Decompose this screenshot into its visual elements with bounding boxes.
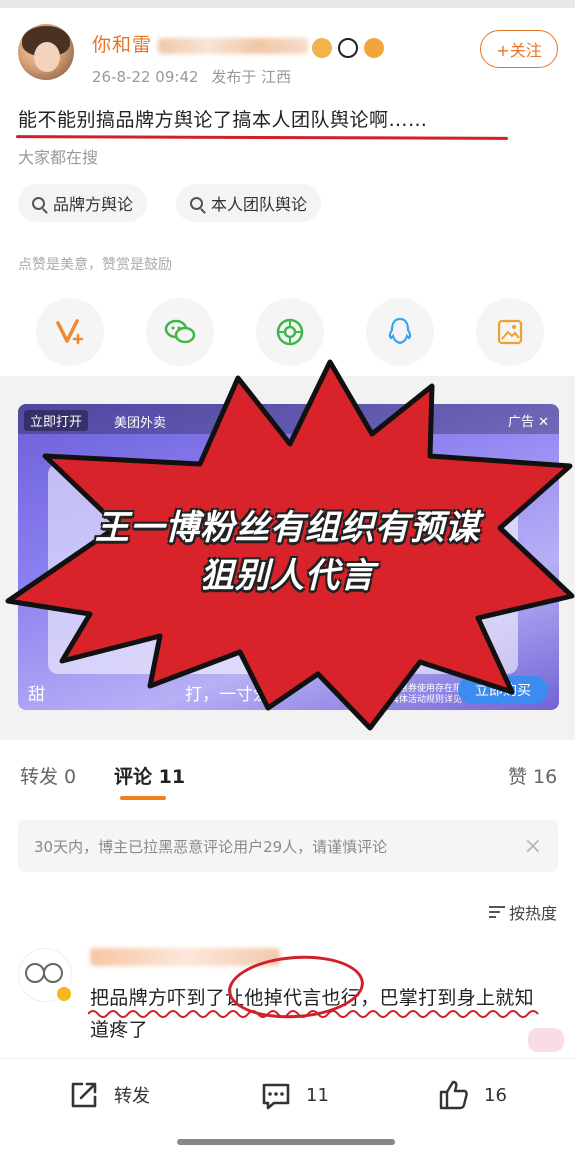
overlay-headline-1: 王一博粉丝有组织有预谋 — [95, 508, 480, 548]
like-button[interactable]: 16 — [436, 1077, 507, 1113]
comment-icon — [262, 1083, 290, 1110]
search-tag-brand[interactable]: 品牌方舆论 — [18, 184, 148, 222]
repost-icon — [71, 1082, 97, 1108]
tab-likes[interactable]: 赞 16 — [508, 762, 557, 789]
close-icon[interactable]: × — [524, 834, 542, 859]
search-icon — [32, 196, 45, 210]
author-badges — [312, 38, 384, 58]
post-stats-tabs: 转发 0 评论 11 赞 16 — [0, 740, 575, 808]
author-name[interactable]: 你和雷 — [92, 30, 309, 57]
search-tag-label: 品牌方舆论 — [53, 195, 134, 214]
tab-comments[interactable]: 评论 11 — [114, 762, 185, 789]
comment-count: 11 — [306, 1084, 329, 1106]
trending-search-label: 大家都在搜 — [18, 148, 99, 167]
sort-icon — [488, 906, 505, 918]
overlay-headline-2: 狙别人代言 — [200, 556, 375, 596]
save-image-icon — [497, 319, 523, 345]
avatar-face — [34, 42, 60, 72]
block-notice-text: 30天内，博主已拉黑恶意评论用户29人，请谨慎评论 — [34, 838, 388, 856]
avatar-face-right — [43, 963, 63, 983]
tab-reposts[interactable]: 转发 0 — [20, 762, 76, 789]
moments-icon — [276, 318, 304, 346]
panda-badge-icon — [338, 38, 358, 58]
block-notice: 30天内，博主已拉黑恶意评论用户29人，请谨慎评论 × — [18, 820, 558, 872]
post-meta: 26-8-22 09:42 发布于 江西 — [92, 66, 299, 87]
search-tag-label: 本人团队舆论 — [211, 195, 308, 214]
verified-badge-icon — [55, 985, 73, 1003]
v-reward-icon — [56, 319, 84, 345]
post-card: 你和雷 26-8-22 09:42 发布于 江西 +关注 能不能别搞品牌方舆论了… — [0, 8, 575, 376]
comment-button[interactable]: 11 — [258, 1077, 329, 1113]
bottom-action-bar: 转发 11 16 — [0, 1058, 575, 1156]
bun-badge-icon — [364, 38, 384, 58]
tiger-badge-icon — [312, 38, 332, 58]
reward-hint: 点赞是美意，赞赏是鼓励 — [18, 257, 172, 273]
commenter-avatar[interactable] — [18, 948, 73, 1003]
author-avatar[interactable] — [18, 24, 74, 80]
top-strip — [0, 0, 575, 8]
qq-icon — [388, 317, 412, 345]
thumbs-up-icon — [439, 1080, 468, 1110]
active-tab-indicator — [120, 796, 166, 800]
watermark-logo — [528, 1028, 564, 1052]
sort-label: 按热度 — [508, 904, 557, 923]
post-time: 26-8-22 09:42 — [92, 68, 199, 86]
commenter-name-blurred[interactable] — [90, 948, 280, 966]
search-tag-team[interactable]: 本人团队舆论 — [176, 184, 322, 222]
sort-toggle[interactable]: 按热度 — [488, 900, 557, 924]
post-text: 能不能别搞品牌方舆论了搞本人团队舆论啊…… — [18, 109, 428, 131]
author-name-blur — [158, 37, 309, 54]
author-name-text: 你和雷 — [92, 34, 153, 56]
home-indicator[interactable] — [177, 1139, 395, 1145]
wechat-icon — [164, 319, 196, 344]
repost-label: 转发 — [114, 1086, 150, 1107]
avatar-face-left — [25, 963, 45, 983]
search-icon — [190, 196, 203, 210]
post-location: 发布于 江西 — [211, 68, 292, 86]
like-count: 16 — [484, 1084, 507, 1106]
follow-button[interactable]: +关注 — [480, 30, 558, 68]
repost-button[interactable]: 转发 — [66, 1077, 150, 1113]
red-underline-mark — [15, 135, 509, 140]
comments-section: 30天内，博主已拉黑恶意评论用户29人，请谨慎评论 × 按热度 把品牌方吓到了让… — [0, 808, 575, 1058]
